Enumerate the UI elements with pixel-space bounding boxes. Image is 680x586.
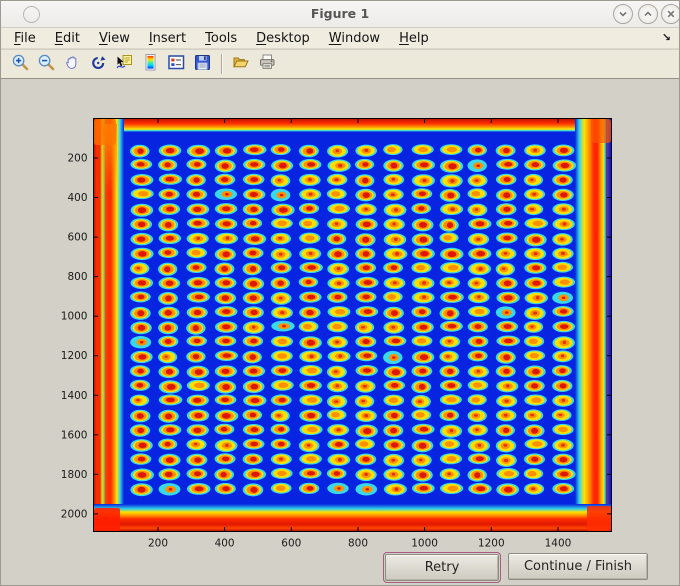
menu-tools[interactable]: Tools <box>205 31 237 46</box>
svg-text:200: 200 <box>148 538 168 550</box>
axes-plot: 200 400 600 800 1000 1200 1400 200 400 600 800 1000… <box>61 118 612 550</box>
svg-text:1200: 1200 <box>478 538 505 550</box>
data-cursor-button[interactable] <box>112 52 136 76</box>
scan-image <box>93 118 612 532</box>
svg-text:800: 800 <box>67 271 87 283</box>
print-figure-button[interactable] <box>255 52 279 76</box>
continue-finish-button[interactable]: Continue / Finish <box>508 553 648 580</box>
svg-text:400: 400 <box>67 192 87 204</box>
insert-colorbar-button[interactable] <box>138 52 162 76</box>
figure-canvas: 200 400 600 800 1000 1200 1400 200 400 600 800 1000… <box>1 80 679 585</box>
save-figure-icon <box>193 53 212 76</box>
menubar: File Edit View Insert Tools Desktop Window Help… <box>1 28 679 49</box>
zoom-out-button[interactable] <box>34 52 58 76</box>
menu-edit[interactable]: Edit <box>55 31 80 46</box>
pan-icon <box>63 53 82 76</box>
insert-legend-icon <box>167 53 186 76</box>
svg-text:800: 800 <box>348 538 368 550</box>
rotate-3d-button[interactable] <box>86 52 110 76</box>
menu-help[interactable]: Help <box>399 31 429 46</box>
dock-figure-icon[interactable]: ↘ <box>662 31 671 44</box>
svg-text:600: 600 <box>67 232 87 244</box>
svg-text:600: 600 <box>281 538 301 550</box>
rotate-3d-icon <box>89 53 108 76</box>
svg-text:1200: 1200 <box>61 350 88 362</box>
save-figure-button[interactable] <box>190 52 214 76</box>
insert-colorbar-icon <box>141 53 160 76</box>
print-figure-icon <box>258 53 277 76</box>
zoom-out-icon <box>37 53 56 76</box>
figure-window: Figure 1 File Edit View Insert Tools Desktop W… <box>0 0 680 586</box>
chevron-down-icon <box>619 11 627 17</box>
window-title: Figure 1 <box>310 6 370 21</box>
menu-file[interactable]: File <box>14 31 36 46</box>
close-button[interactable] <box>661 4 679 24</box>
svg-text:1400: 1400 <box>545 538 572 550</box>
svg-text:200: 200 <box>67 153 87 165</box>
menu-desktop[interactable]: Desktop <box>256 31 310 46</box>
retry-button[interactable]: Retry <box>383 552 501 583</box>
svg-text:2000: 2000 <box>61 508 88 520</box>
data-cursor-icon <box>115 53 134 76</box>
figure-toolbar <box>1 50 679 79</box>
menu-view[interactable]: View <box>99 31 130 46</box>
open-file-icon <box>231 53 251 76</box>
insert-legend-button[interactable] <box>164 52 188 76</box>
menu-insert[interactable]: Insert <box>149 31 186 46</box>
maximize-button[interactable] <box>638 4 658 24</box>
svg-text:1000: 1000 <box>61 311 88 323</box>
zoom-in-button[interactable] <box>8 52 32 76</box>
close-icon <box>667 10 675 18</box>
svg-text:1600: 1600 <box>61 429 88 441</box>
zoom-in-icon <box>11 53 30 76</box>
open-file-button[interactable] <box>229 52 253 76</box>
svg-text:1000: 1000 <box>411 538 438 550</box>
svg-text:1800: 1800 <box>61 469 88 481</box>
toolbar-separator <box>221 54 223 74</box>
menu-window[interactable]: Window <box>329 31 380 46</box>
titlebar: Figure 1 <box>1 1 679 28</box>
svg-text:400: 400 <box>215 538 235 550</box>
pan-button[interactable] <box>60 52 84 76</box>
minimize-button[interactable] <box>613 4 633 24</box>
svg-text:1400: 1400 <box>61 390 88 402</box>
chevron-up-icon <box>644 11 652 17</box>
